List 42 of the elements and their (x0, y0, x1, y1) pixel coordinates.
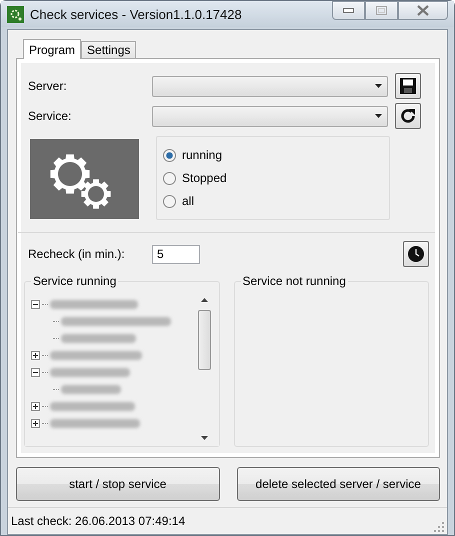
field-label: Recheck (in min.): (27, 247, 126, 261)
radio-button[interactable] (163, 194, 176, 208)
tab[interactable]: Program (23, 39, 82, 59)
collapse-icon[interactable] (31, 300, 40, 309)
minimize-button[interactable] (332, 1, 365, 20)
expand-icon[interactable] (31, 351, 40, 360)
caret-icon (375, 114, 382, 118)
group-title: Service running (31, 274, 118, 288)
radio-option[interactable]: Stopped (163, 170, 389, 186)
action-button[interactable]: start / stop service (16, 467, 220, 501)
refresh-icon (399, 107, 417, 125)
radio-option[interactable]: all (163, 193, 389, 209)
scroll-down-icon[interactable] (200, 436, 208, 440)
status-text: Last check: 26.06.2013 07:49:14 (11, 514, 186, 528)
collapse-icon[interactable] (31, 368, 40, 377)
dropdown[interactable] (152, 76, 388, 96)
field-label: Server: (27, 79, 68, 93)
window-title: Check services - Version1.1.0.17428 (30, 6, 243, 22)
close-icon (417, 5, 429, 16)
maximize-button[interactable] (365, 1, 398, 20)
tab[interactable]: Settings (81, 41, 136, 58)
action-button[interactable]: delete selected server / service (236, 467, 440, 501)
dropdown[interactable] (152, 106, 388, 126)
app-icon (7, 6, 24, 22)
timer-button[interactable] (403, 241, 429, 267)
save-button[interactable] (395, 73, 421, 99)
close-button[interactable] (398, 1, 448, 20)
radio-button[interactable] (163, 172, 176, 184)
expand-icon[interactable] (31, 419, 40, 428)
field-label: Service: (27, 109, 72, 123)
minimize-icon (343, 8, 354, 13)
expand-icon[interactable] (31, 402, 40, 411)
group-title: Service not running (240, 274, 348, 288)
scroll-up-icon[interactable] (200, 298, 208, 302)
refresh-button[interactable] (395, 103, 421, 129)
radio-option[interactable]: running (163, 147, 389, 163)
maximize-icon (376, 6, 387, 15)
caret-icon (375, 84, 382, 88)
clock-icon (407, 245, 425, 263)
radio-button[interactable] (163, 148, 176, 162)
resize-grip-icon[interactable] (434, 522, 444, 532)
input-field[interactable]: 5 (152, 244, 200, 264)
